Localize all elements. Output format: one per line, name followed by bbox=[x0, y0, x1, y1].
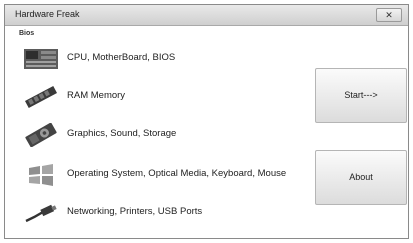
item-ram[interactable]: RAM Memory bbox=[17, 82, 317, 112]
group-label: Bios bbox=[19, 30, 35, 37]
item-label: Graphics, Sound, Storage bbox=[67, 128, 177, 139]
windows-logo-icon bbox=[29, 164, 53, 186]
item-label: CPU, MotherBoard, BIOS bbox=[67, 52, 176, 63]
item-graphics[interactable]: Graphics, Sound, Storage bbox=[17, 120, 317, 150]
item-label: Operating System, Optical Media, Keyboar… bbox=[67, 168, 287, 179]
start-button-label: Start---> bbox=[344, 90, 378, 100]
item-os[interactable]: Operating System, Optical Media, Keyboar… bbox=[17, 160, 317, 190]
item-label: RAM Memory bbox=[67, 90, 126, 101]
about-button-label: About bbox=[349, 172, 373, 182]
motherboard-icon bbox=[24, 49, 58, 69]
title-bar: Hardware Freak ✕ bbox=[5, 5, 408, 26]
item-label: Networking, Printers, USB Ports bbox=[67, 206, 203, 217]
about-button[interactable]: About bbox=[315, 150, 407, 205]
window-title: Hardware Freak bbox=[15, 9, 80, 19]
item-networking[interactable]: Networking, Printers, USB Ports bbox=[17, 198, 317, 228]
main-window: Hardware Freak ✕ Bios CPU, MotherBoard, … bbox=[4, 4, 409, 239]
start-button[interactable]: Start---> bbox=[315, 68, 407, 123]
close-icon: ✕ bbox=[385, 10, 393, 20]
ram-icon bbox=[24, 85, 58, 109]
close-button[interactable]: ✕ bbox=[376, 8, 402, 22]
item-cpu[interactable]: CPU, MotherBoard, BIOS bbox=[17, 44, 317, 74]
network-cable-icon bbox=[25, 204, 57, 223]
client-area: Bios CPU, MotherBoard, BIOS RAM Memory G… bbox=[5, 26, 408, 238]
graphics-card-icon bbox=[25, 123, 57, 147]
